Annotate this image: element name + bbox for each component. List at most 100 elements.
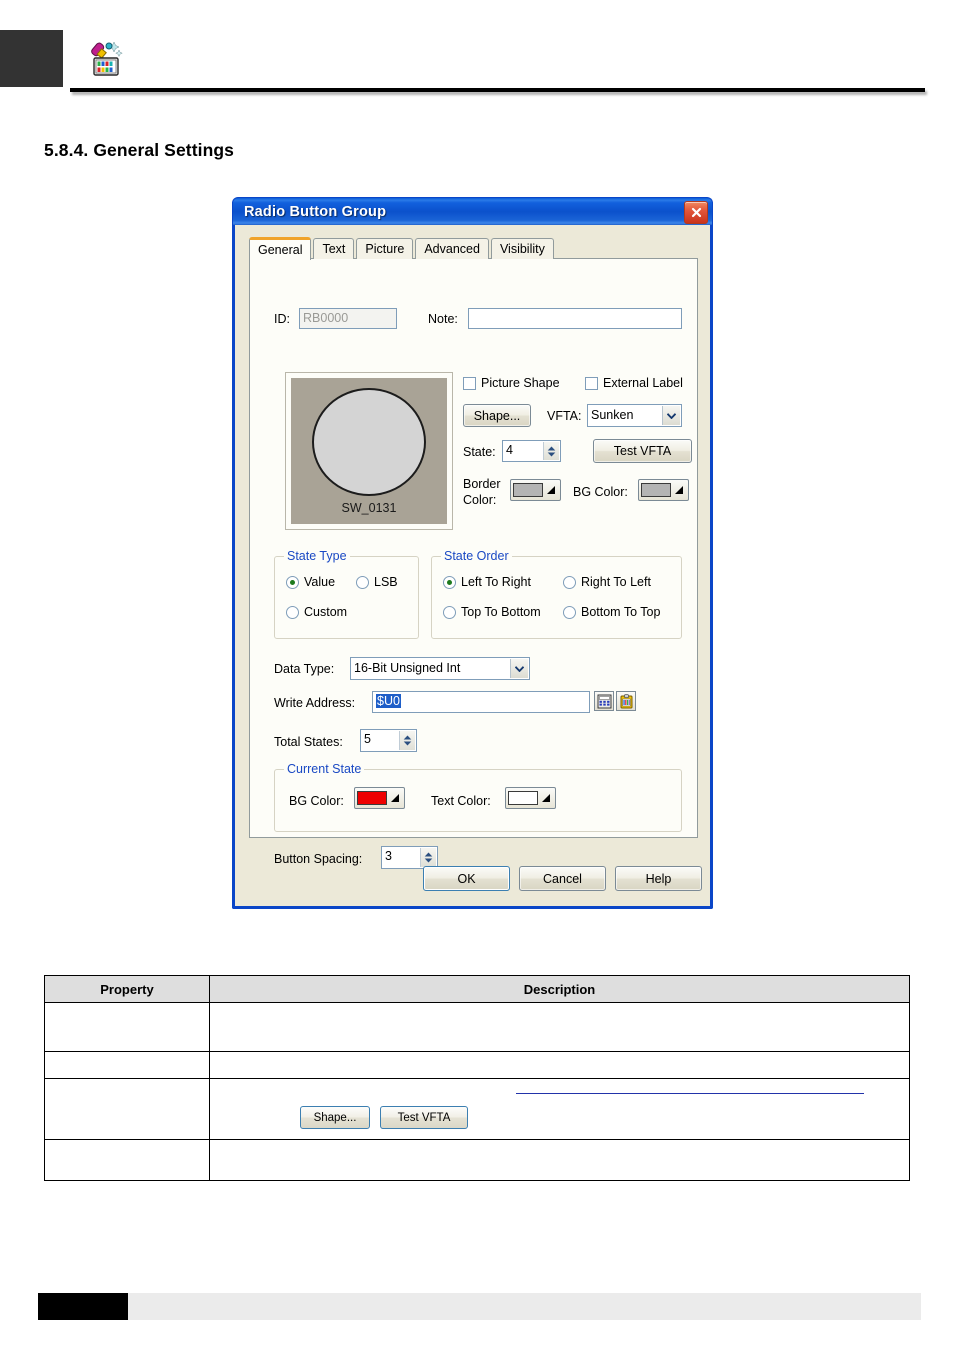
shape-preview: SW_0131 (285, 372, 453, 530)
state-order-rtl-label: Right To Left (581, 575, 651, 589)
table-cell-description: Shape... Test VFTA (209, 1078, 910, 1140)
button-spacing-label: Button Spacing: (274, 852, 363, 866)
state-type-title: State Type (284, 549, 350, 563)
state-order-ttb-label: Top To Bottom (461, 605, 541, 619)
vfta-value: Sunken (591, 408, 634, 422)
border-color-button[interactable] (510, 479, 561, 501)
state-value: 4 (506, 443, 513, 457)
state-stepper[interactable]: 4 (502, 440, 561, 462)
close-icon[interactable] (684, 201, 708, 224)
table-cell-property (44, 1051, 210, 1079)
chevron-down-icon[interactable] (510, 659, 528, 678)
button-spacing-spin-buttons[interactable] (420, 848, 436, 867)
state-label: State: (463, 445, 496, 459)
radio-circle (286, 605, 299, 619)
checkbox-box (463, 376, 476, 390)
current-state-bg-color-swatch (357, 791, 387, 805)
tab-general[interactable]: General (249, 237, 312, 260)
state-order-ttb-radio[interactable]: Top To Bottom (443, 605, 541, 619)
vfta-select[interactable]: Sunken (587, 404, 682, 427)
data-type-label: Data Type: (274, 662, 335, 676)
dialog-tabs: General Text Picture Advanced Visibility (249, 237, 556, 260)
help-button[interactable]: Help (615, 866, 702, 891)
state-order-rtl-radio[interactable]: Right To Left (563, 575, 651, 589)
data-type-select[interactable]: 16-Bit Unsigned Int (350, 657, 530, 680)
state-order-ltr-radio[interactable]: Left To Right (443, 575, 531, 589)
picture-shape-checkbox[interactable]: Picture Shape (463, 376, 560, 390)
note-label: Note: (428, 312, 458, 326)
write-address-label: Write Address: (274, 696, 356, 710)
current-state-text-color-button[interactable] (505, 787, 556, 809)
state-order-group: State Order Left To Right Right To Left … (431, 549, 682, 639)
table-header-property: Property (44, 975, 210, 1003)
current-state-text-color-swatch (508, 791, 538, 805)
general-tab-panel: ID: RB0000 Note: SW_0131 Picture Shape E… (249, 258, 698, 869)
cancel-button[interactable]: Cancel (519, 866, 606, 891)
dialog-titlebar[interactable]: Radio Button Group (232, 197, 713, 225)
state-type-lsb-radio[interactable]: LSB (356, 575, 398, 589)
total-states-spin-buttons[interactable] (399, 731, 415, 750)
footer-black-block (38, 1293, 128, 1320)
state-type-group: State Type Value LSB Custom (274, 549, 419, 639)
tab-text-label: Text (322, 242, 346, 256)
bg-color-swatch (641, 483, 671, 497)
table-row (44, 1051, 910, 1079)
tab-advanced[interactable]: Advanced (415, 238, 489, 259)
chevron-down-icon (547, 486, 555, 494)
state-order-title: State Order (441, 549, 512, 563)
tab-advanced-label: Advanced (424, 242, 480, 256)
state-type-custom-radio[interactable]: Custom (286, 605, 347, 619)
chevron-down-icon[interactable] (662, 406, 680, 425)
table-cell-description (209, 1139, 910, 1181)
tab-text[interactable]: Text (313, 238, 355, 259)
table-shape-button[interactable]: Shape... (300, 1106, 370, 1129)
footer-gray-bar (128, 1293, 921, 1320)
radio-circle (286, 575, 299, 589)
write-address-value: $U0 (376, 694, 401, 708)
vfta-label: VFTA: (547, 409, 582, 423)
table-cell-property (44, 1078, 210, 1140)
external-label-label: External Label (603, 376, 683, 390)
state-spin-buttons[interactable] (543, 442, 559, 460)
id-field[interactable]: RB0000 (299, 308, 397, 329)
tag-icon[interactable] (616, 691, 636, 711)
state-type-custom-label: Custom (304, 605, 348, 619)
state-order-btt-label: Bottom To Top (581, 605, 661, 619)
state-order-btt-radio[interactable]: Bottom To Top (563, 605, 660, 619)
total-states-stepper[interactable]: 5 (360, 729, 417, 752)
current-state-title: Current State (284, 762, 365, 776)
tab-visibility[interactable]: Visibility (490, 238, 554, 259)
state-type-value-radio[interactable]: Value (286, 575, 335, 589)
radio-circle (356, 575, 369, 589)
current-state-bg-color-button[interactable] (354, 787, 405, 809)
table-header-row: Property Description (44, 975, 910, 1003)
table-test-vfta-button[interactable]: Test VFTA (380, 1106, 468, 1129)
button-spacing-value: 3 (385, 849, 392, 863)
table-cell-description (209, 1002, 910, 1052)
page-title: 5.8.4. General Settings (44, 140, 235, 160)
write-address-input[interactable]: $U0 (372, 691, 590, 713)
external-label-checkbox[interactable]: External Label (585, 376, 683, 390)
tab-picture[interactable]: Picture (356, 238, 414, 259)
note-field[interactable] (468, 308, 682, 329)
table-row (44, 1139, 910, 1181)
table-row: Shape... Test VFTA (44, 1078, 910, 1140)
chevron-down-icon (391, 794, 399, 802)
picture-shape-label: Picture Shape (481, 376, 560, 390)
border-color-label-line1: Border (463, 477, 501, 491)
id-label: ID: (274, 312, 290, 326)
test-vfta-button[interactable]: Test VFTA (593, 439, 692, 463)
data-type-value: 16-Bit Unsigned Int (354, 661, 461, 675)
state-type-lsb-label: LSB (374, 575, 398, 589)
shape-preview-circle (312, 388, 426, 497)
radio-circle (563, 575, 576, 589)
bg-color-button[interactable] (638, 479, 689, 501)
ok-button[interactable]: OK (423, 866, 510, 891)
state-type-value-label: Value (304, 575, 336, 589)
shape-preview-label: SW_0131 (341, 501, 397, 515)
bg-color-label: BG Color: (573, 485, 628, 499)
shape-button[interactable]: Shape... (463, 404, 531, 427)
tab-picture-label: Picture (365, 242, 405, 256)
property-table: Property Description Shape... Test VFTA (44, 975, 910, 1181)
keypad-icon[interactable] (594, 691, 614, 711)
